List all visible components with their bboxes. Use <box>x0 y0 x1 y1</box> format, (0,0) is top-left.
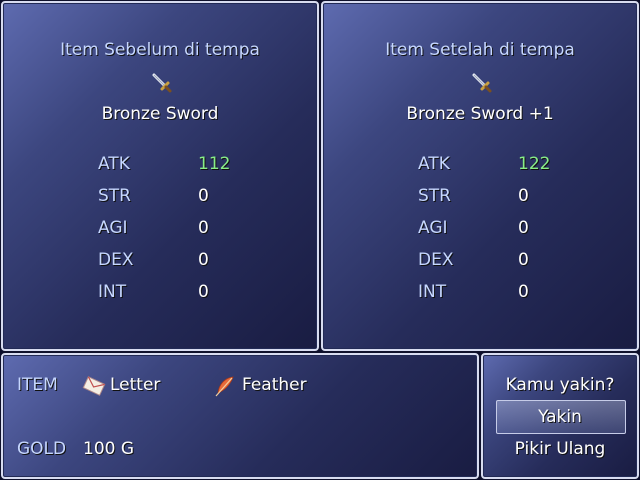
stat-label-int: INT <box>418 282 447 302</box>
before-title: Item Sebelum di tempa <box>60 40 260 60</box>
stat-label-atk: ATK <box>98 154 130 174</box>
option-pikir-ulang[interactable]: Pikir Ulang <box>483 438 637 460</box>
letter-icon <box>82 376 106 396</box>
confirm-window: Kamu yakin? Yakin Pikir Ulang <box>481 353 639 479</box>
material-feather: Feather <box>242 375 307 395</box>
gold-value: 100 G <box>83 439 135 459</box>
stat-label-agi: AGI <box>418 218 448 238</box>
sword-icon <box>152 73 172 93</box>
stat-value-dex: 0 <box>198 250 209 270</box>
stat-value-agi: 0 <box>518 218 529 238</box>
stat-label-int: INT <box>98 282 127 302</box>
stat-label-dex: DEX <box>98 250 134 270</box>
sword-icon <box>472 73 492 93</box>
feather-icon <box>215 376 234 397</box>
before-window: Item Sebelum di tempa Bronze Sword ATK 1… <box>1 1 319 351</box>
stat-value-dex: 0 <box>518 250 529 270</box>
stat-value-atk: 112 <box>198 154 231 174</box>
stat-label-agi: AGI <box>98 218 128 238</box>
stat-label-str: STR <box>98 186 131 206</box>
after-item-name: Bronze Sword +1 <box>406 104 554 124</box>
stat-label-atk: ATK <box>418 154 450 174</box>
gold-label: GOLD <box>17 439 67 459</box>
confirm-question: Kamu yakin? <box>505 375 615 395</box>
stat-value-int: 0 <box>198 282 209 302</box>
item-label: ITEM <box>17 375 58 395</box>
stat-value-int: 0 <box>518 282 529 302</box>
after-window: Item Setelah di tempa Bronze Sword +1 AT… <box>321 1 639 351</box>
stat-label-str: STR <box>418 186 451 206</box>
materials-window: ITEM Letter Feather GOLD 100 G <box>1 353 479 479</box>
stat-label-dex: DEX <box>418 250 454 270</box>
stat-value-agi: 0 <box>198 218 209 238</box>
after-title: Item Setelah di tempa <box>385 40 575 60</box>
option-yakin[interactable]: Yakin <box>483 406 637 428</box>
stat-value-str: 0 <box>518 186 529 206</box>
stat-value-atk: 122 <box>518 154 551 174</box>
material-letter: Letter <box>110 375 161 395</box>
stat-value-str: 0 <box>198 186 209 206</box>
before-item-name: Bronze Sword <box>101 104 219 124</box>
